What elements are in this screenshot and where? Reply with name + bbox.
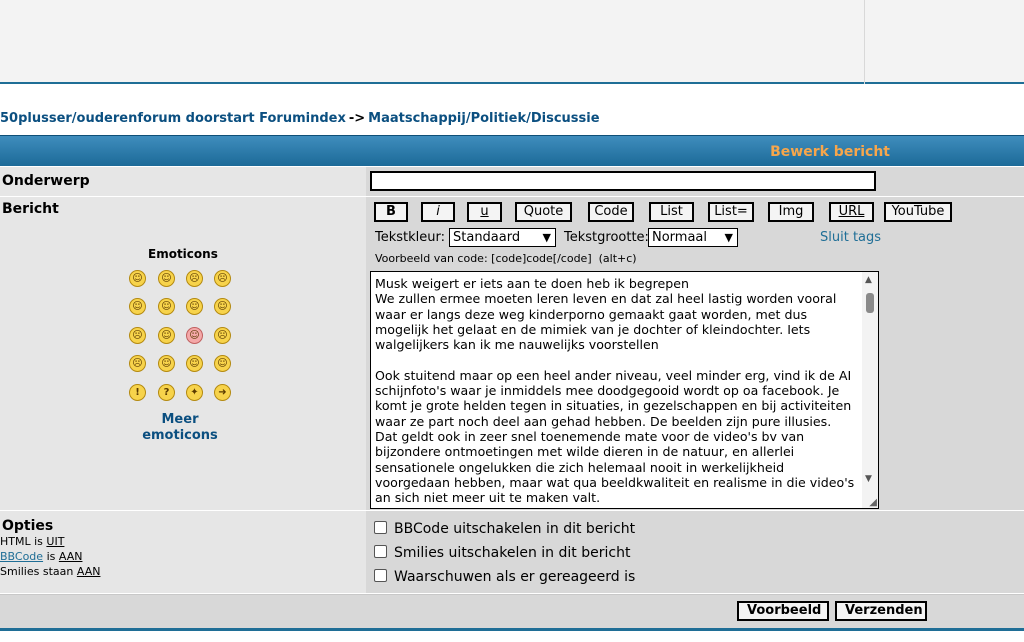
subject-row-label: Onderwerp [0, 167, 366, 196]
bbcode-status: BBCode is AAN [0, 550, 82, 563]
text-size-value: Normaal [652, 230, 708, 245]
html-status: HTML is UIT [0, 535, 64, 548]
post-header-bar: Bewerk bericht [0, 135, 1024, 166]
breadcrumb-forum-link[interactable]: Maatschappij/Politiek/Discussie [368, 111, 599, 126]
idea-emoticon[interactable]: ✦ [186, 384, 203, 401]
smile-emoticon[interactable]: ☺ [158, 270, 175, 287]
youtube-button[interactable]: YouTube [884, 202, 952, 222]
text-size-select[interactable]: Normaal ▼ [648, 228, 738, 247]
rolling-eyes-emoticon[interactable]: ☺ [186, 355, 203, 372]
top-divider [864, 0, 865, 84]
chevron-down-icon: ▼ [724, 231, 733, 244]
bbcode-status-mid: is [46, 550, 56, 563]
cool-emoticon[interactable]: ☺ [186, 298, 203, 315]
arrow-emoticon[interactable]: ➜ [214, 384, 231, 401]
mad-emoticon[interactable]: ☹ [129, 327, 146, 344]
exclamation-emoticon[interactable]: ! [129, 384, 146, 401]
more-emoticons-link[interactable]: Meer emoticons [140, 412, 220, 444]
url-button[interactable]: URL [829, 202, 874, 222]
subject-label: Onderwerp [2, 173, 90, 189]
close-tags-link[interactable]: Sluit tags [820, 230, 881, 245]
message-row-label: Bericht Emoticons Meer emoticons [0, 197, 366, 510]
subject-input[interactable] [370, 171, 876, 191]
disable-bbcode-label: BBCode uitschakelen in dit bericht [394, 521, 636, 537]
italic-button[interactable]: i [421, 202, 455, 222]
scroll-up-icon[interactable]: ▲ [865, 275, 872, 285]
surprised-emoticon[interactable]: ☹ [214, 270, 231, 287]
code-button[interactable]: Code [588, 202, 634, 222]
text-size-label: Tekstgrootte: [564, 230, 649, 245]
wink-emoticon[interactable]: ☺ [214, 355, 231, 372]
very-happy-emoticon[interactable]: ☺ [129, 270, 146, 287]
laughing-emoticon[interactable]: ☺ [214, 298, 231, 315]
razz-emoticon[interactable]: ☺ [158, 327, 175, 344]
scroll-down-icon[interactable]: ▼ [865, 474, 872, 484]
text-color-label: Tekstkleur: [375, 230, 446, 245]
breadcrumb-separator: -> [348, 111, 366, 126]
smilies-status-prefix: Smilies staan [0, 565, 74, 578]
disable-bbcode-checkbox[interactable] [374, 521, 387, 534]
bbcode-status-value: AAN [58, 550, 83, 563]
disable-smilies-option[interactable]: Smilies uitschakelen in dit bericht [374, 545, 630, 561]
html-status-prefix: HTML is [0, 535, 43, 548]
bottom-line [0, 628, 1024, 631]
emoticons-title: Emoticons [148, 247, 218, 261]
quote-button[interactable]: Quote [515, 202, 572, 222]
submit-button[interactable]: Verzenden [835, 601, 927, 621]
text-color-select[interactable]: Standaard ▼ [449, 228, 556, 247]
message-textarea[interactable]: Musk weigert er iets aan te doen heb ik … [370, 271, 879, 509]
shocked-emoticon[interactable]: ☺ [129, 298, 146, 315]
page-title: Bewerk bericht [770, 144, 890, 160]
smilies-status-value: AAN [76, 565, 101, 578]
preview-button[interactable]: Voorbeeld [737, 601, 829, 621]
embarrassed-emoticon[interactable]: ☺ [186, 327, 203, 344]
html-status-value: UIT [46, 535, 65, 548]
twisted-emoticon[interactable]: ☺ [158, 355, 175, 372]
underline-button[interactable]: u [467, 202, 502, 222]
confused-emoticon[interactable]: ☺ [158, 298, 175, 315]
evil-emoticon[interactable]: ☹ [129, 355, 146, 372]
notify-label: Waarschuwen als er gereageerd is [394, 569, 636, 585]
scroll-thumb[interactable] [866, 293, 874, 313]
breadcrumb: 50plusser/ouderenforum doorstart Forumin… [0, 111, 600, 126]
disable-smilies-checkbox[interactable] [374, 545, 387, 558]
disable-smilies-label: Smilies uitschakelen in dit bericht [394, 545, 631, 561]
message-label: Bericht [2, 201, 59, 217]
code-example-hint: Voorbeeld van code: [code]code[/code] (a… [375, 252, 637, 265]
message-scrollbar[interactable]: ▲ ▼ [862, 272, 878, 508]
question-emoticon[interactable]: ? [158, 384, 175, 401]
crying-emoticon[interactable]: ☹ [214, 327, 231, 344]
sad-emoticon[interactable]: ☹ [186, 270, 203, 287]
bbcode-help-link[interactable]: BBCode [0, 550, 43, 563]
chevron-down-icon: ▼ [542, 231, 551, 244]
notify-checkbox[interactable] [374, 569, 387, 582]
notify-option[interactable]: Waarschuwen als er gereageerd is [374, 569, 635, 585]
smilies-status: Smilies staan AAN [0, 565, 100, 578]
resize-handle-icon[interactable]: ◢ [869, 497, 877, 508]
options-label: Opties [2, 518, 54, 534]
text-color-value: Standaard [453, 230, 521, 245]
list-button[interactable]: List [649, 202, 694, 222]
bold-button[interactable]: B [374, 202, 408, 222]
disable-bbcode-option[interactable]: BBCode uitschakelen in dit bericht [374, 521, 635, 537]
ordered-list-button[interactable]: List= [708, 202, 754, 222]
message-body-text: Musk weigert er iets aan te doen heb ik … [375, 276, 855, 506]
top-band [0, 0, 1024, 84]
breadcrumb-forumindex-link[interactable]: 50plusser/ouderenforum doorstart Forumin… [0, 111, 346, 126]
image-button[interactable]: Img [768, 202, 814, 222]
